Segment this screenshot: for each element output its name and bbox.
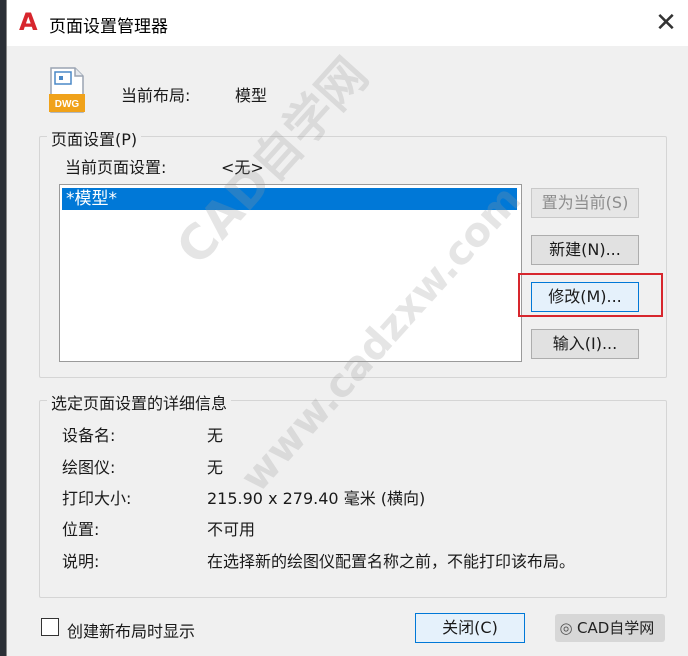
detail-label-device: 设备名: <box>62 426 116 445</box>
current-page-setup-label: 当前页面设置: <box>65 158 167 177</box>
modify-button[interactable]: 修改(M)... <box>531 282 639 312</box>
detail-label-description: 说明: <box>62 552 100 571</box>
dwg-file-icon: DWG <box>49 67 85 113</box>
detail-value-location: 不可用 <box>207 520 256 539</box>
detail-value-plot-size: 215.90 x 279.40 毫米 (横向) <box>207 489 426 508</box>
page-setup-group-title: 页面设置(P) <box>47 126 142 150</box>
watermark-badge-text: CAD自学网 <box>577 619 655 637</box>
current-page-setup-value: <无> <box>221 158 264 177</box>
close-button[interactable]: 关闭(C) <box>415 613 525 643</box>
detail-label-plot-size: 打印大小: <box>62 489 132 508</box>
autocad-logo-icon: A <box>19 8 38 36</box>
set-current-button[interactable]: 置为当前(S) <box>531 188 639 218</box>
import-button[interactable]: 输入(I)... <box>531 329 639 359</box>
detail-value-description: 在选择新的绘图仪配置名称之前，不能打印该布局。 <box>207 552 576 571</box>
title-bar: A 页面设置管理器 ✕ <box>7 0 688 46</box>
current-layout-value: 模型 <box>235 86 268 105</box>
list-item[interactable]: *模型* <box>62 188 517 210</box>
close-icon[interactable]: ✕ <box>651 8 681 38</box>
page-setup-manager-dialog: A 页面设置管理器 ✕ DWG 当前布局: 模型 页面设置(P) 当前页面设置:… <box>6 0 688 656</box>
detail-label-location: 位置: <box>62 520 100 539</box>
wechat-icon: ◎ <box>559 619 573 637</box>
page-setup-listbox[interactable]: *模型* <box>59 184 522 362</box>
details-group-title: 选定页面设置的详细信息 <box>47 390 232 414</box>
new-button[interactable]: 新建(N)... <box>531 235 639 265</box>
detail-value-device: 无 <box>207 426 224 445</box>
current-layout-label: 当前布局: <box>121 86 191 105</box>
detail-value-plotter: 无 <box>207 458 224 477</box>
window-title: 页面设置管理器 <box>49 17 168 37</box>
dwg-icon-label: DWG <box>55 99 80 110</box>
detail-label-plotter: 绘图仪: <box>62 458 116 477</box>
show-on-new-layout-checkbox[interactable] <box>41 618 59 636</box>
list-item-label: *模型* <box>66 189 117 209</box>
watermark-badge: ◎ CAD自学网 <box>555 614 665 642</box>
show-on-new-layout-label: 创建新布局时显示 <box>67 622 196 641</box>
